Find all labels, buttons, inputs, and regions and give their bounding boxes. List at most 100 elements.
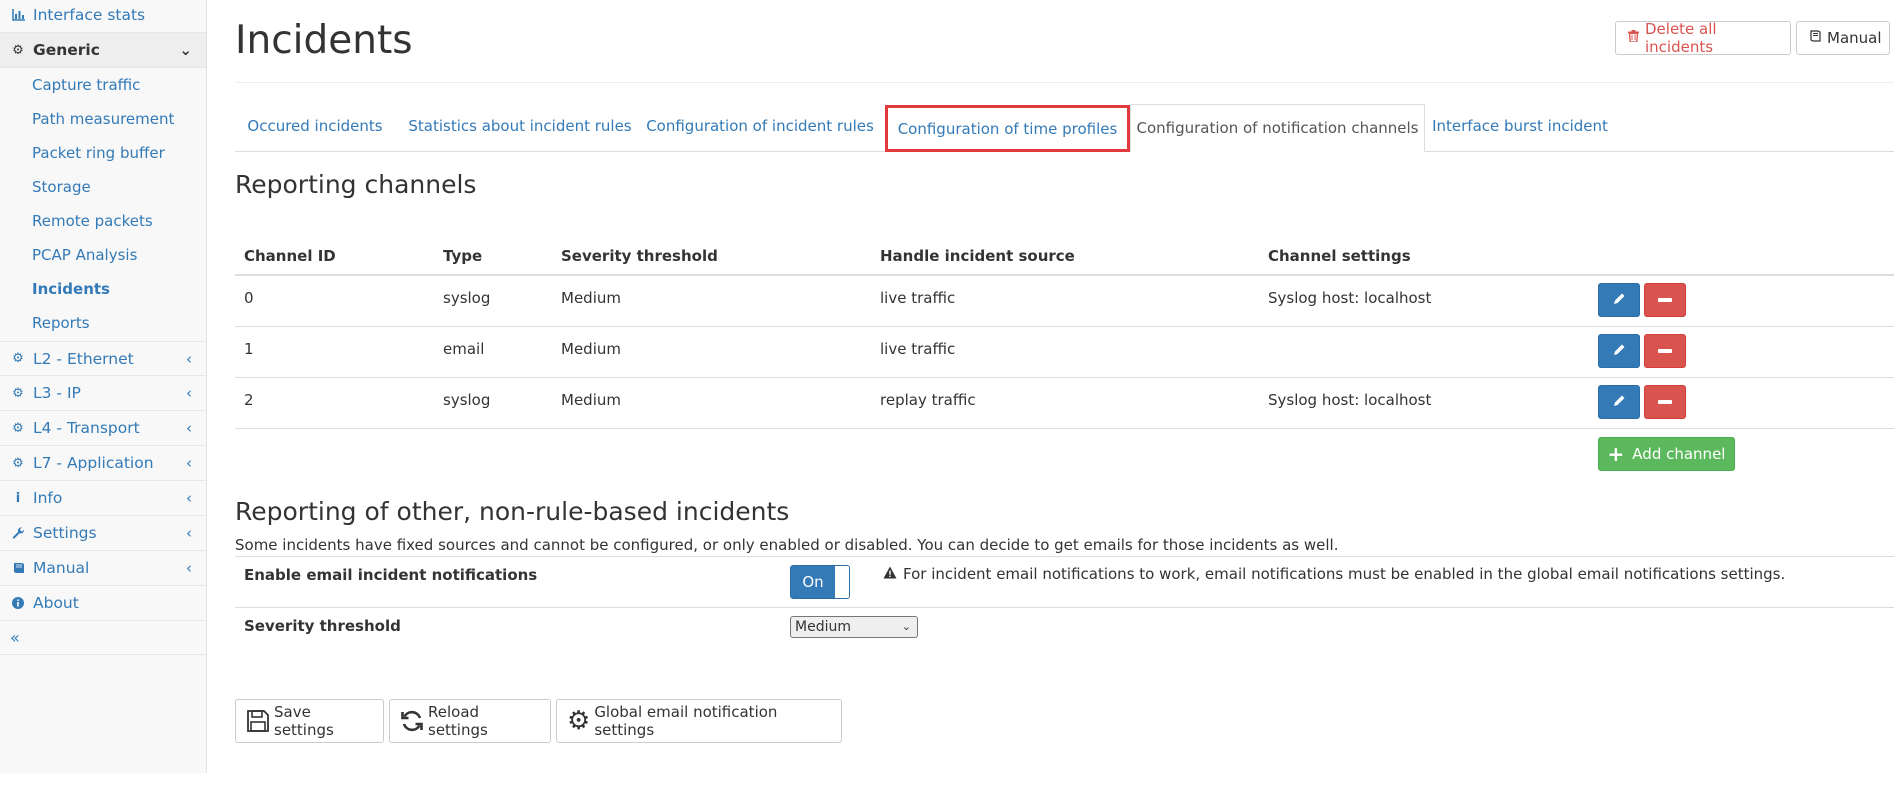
sidebar-sub-capture-traffic[interactable]: Capture traffic [0, 68, 206, 102]
book-icon [11, 562, 25, 574]
column-header-severity: Severity threshold [561, 247, 718, 265]
email-warning-text: For incident email notifications to work… [903, 565, 1786, 583]
sidebar-item-l4-transport[interactable]: ⚙ L4 - Transport ‹ [0, 411, 206, 446]
chevron-down-icon: ⌄ [901, 620, 911, 633]
reporting-channels-heading: Reporting channels [235, 170, 477, 199]
chevron-left-icon: ‹ [186, 349, 192, 368]
sidebar-sub-remote-packets[interactable]: Remote packets [0, 204, 206, 238]
chevron-left-icon: ‹ [186, 419, 192, 437]
severity-threshold-select[interactable]: Medium ⌄ [790, 616, 918, 638]
global-email-settings-label: Global email notification settings [594, 703, 778, 739]
email-warning: For incident email notifications to work… [883, 565, 1785, 583]
sidebar-item-label: Info [33, 489, 63, 507]
column-header-source: Handle incident source [880, 247, 1075, 265]
floppy-disk-icon [246, 709, 270, 733]
email-notifications-label: Enable email incident notifications [244, 566, 538, 584]
sidebar-sub-path-measurement[interactable]: Path measurement [0, 102, 206, 136]
column-header-channel-id: Channel ID [244, 247, 336, 265]
manual-label: Manual [1827, 29, 1882, 47]
severity-threshold-row: Severity threshold [235, 607, 1894, 657]
cell-channel-id: 2 [244, 391, 254, 409]
chevron-down-icon: ⌄ [179, 41, 192, 59]
book-icon [1809, 30, 1821, 46]
page-title: Incidents [235, 18, 413, 63]
sidebar: Interface stats ⚙ Generic ⌄ Capture traf… [0, 0, 207, 773]
cell-channel-id: 1 [244, 340, 254, 358]
sidebar-item-about[interactable]: About [0, 586, 206, 621]
delete-channel-button[interactable] [1644, 334, 1686, 368]
email-notifications-toggle[interactable]: On [790, 565, 850, 599]
minus-icon [1658, 400, 1672, 404]
table-row: 2 syslog Medium replay traffic Syslog ho… [235, 378, 1894, 429]
cell-type: syslog [443, 391, 491, 409]
trash-icon [1628, 30, 1639, 46]
wrench-icon [11, 526, 25, 540]
sidebar-item-label: L4 - Transport [33, 419, 140, 437]
sidebar-item-info[interactable]: i Info ‹ [0, 481, 206, 516]
gear-icon: ⚙ [12, 42, 24, 58]
toggle-on-label: On [791, 566, 835, 598]
sidebar-item-label: Manual [33, 559, 90, 577]
sidebar-item-label: Settings [33, 524, 97, 542]
add-channel-label: Add channel [1632, 445, 1726, 463]
sidebar-sub-packet-ring-buffer[interactable]: Packet ring buffer [0, 136, 206, 170]
sidebar-sub-reports[interactable]: Reports [0, 306, 206, 340]
sidebar-item-generic[interactable]: ⚙ Generic ⌄ [0, 33, 206, 68]
severity-threshold-label: Severity threshold [244, 617, 401, 635]
column-header-type: Type [443, 247, 483, 265]
minus-icon [1658, 298, 1672, 302]
sidebar-item-label: L3 - IP [33, 384, 81, 402]
sidebar-item-l2-ethernet[interactable]: ⚙ L2 - Ethernet ‹ [0, 341, 206, 376]
cell-type: syslog [443, 289, 491, 307]
table-row: 1 email Medium live traffic [235, 327, 1894, 378]
global-email-settings-button[interactable]: ⚙ Global email notification settings [556, 699, 842, 743]
sidebar-item-interface-stats[interactable]: Interface stats [0, 0, 206, 33]
edit-channel-button[interactable] [1598, 283, 1640, 317]
chevron-left-icon: ‹ [186, 384, 192, 402]
chevron-left-icon: ‹ [186, 524, 192, 542]
gear-icon: ⚙ [12, 420, 24, 436]
reload-settings-label: Reload settings [428, 703, 488, 739]
other-incidents-description: Some incidents have fixed sources and ca… [235, 536, 1339, 554]
cell-type: email [443, 340, 485, 358]
tab-occured-incidents[interactable]: Occured incidents [235, 104, 395, 148]
tab-statistics-incident-rules[interactable]: Statistics about incident rules [405, 104, 635, 148]
delete-channel-button[interactable] [1644, 385, 1686, 419]
sidebar-item-l3-ip[interactable]: ⚙ L3 - IP ‹ [0, 376, 206, 411]
save-settings-button[interactable]: Save settings [235, 699, 384, 743]
minus-icon [1658, 349, 1672, 353]
severity-selected-value: Medium [795, 619, 851, 635]
bar-chart-icon [11, 9, 25, 21]
chevron-left-icon: ‹ [186, 489, 192, 507]
reload-settings-button[interactable]: Reload settings [389, 699, 551, 743]
sidebar-item-label: About [33, 594, 79, 612]
column-header-settings: Channel settings [1268, 247, 1411, 265]
sidebar-item-label: L2 - Ethernet [33, 349, 134, 368]
cell-severity: Medium [561, 391, 621, 409]
edit-channel-button[interactable] [1598, 334, 1640, 368]
delete-channel-button[interactable] [1644, 283, 1686, 317]
cell-settings: Syslog host: localhost [1268, 289, 1432, 307]
sidebar-sub-storage[interactable]: Storage [0, 170, 206, 204]
tab-interface-burst-incident[interactable]: Interface burst incident [1425, 104, 1615, 148]
title-divider [235, 82, 1894, 83]
tab-configuration-notification-channels[interactable]: Configuration of notification channels [1130, 104, 1425, 152]
sidebar-sub-incidents[interactable]: Incidents [0, 272, 206, 306]
gear-icon: ⚙ [567, 706, 591, 736]
sidebar-item-l7-application[interactable]: ⚙ L7 - Application ‹ [0, 446, 206, 481]
cell-settings: Syslog host: localhost [1268, 391, 1432, 409]
delete-all-incidents-button[interactable]: Delete all incidents [1615, 20, 1791, 56]
sidebar-collapse-button[interactable]: « [0, 620, 206, 655]
add-channel-button[interactable]: + Add channel [1598, 437, 1735, 471]
edit-channel-button[interactable] [1598, 385, 1640, 419]
cell-source: live traffic [880, 340, 956, 358]
manual-button[interactable]: Manual [1796, 21, 1890, 55]
tab-configuration-incident-rules[interactable]: Configuration of incident rules [645, 104, 875, 148]
sidebar-sub-pcap-analysis[interactable]: PCAP Analysis [0, 238, 206, 272]
tab-configuration-time-profiles[interactable]: Configuration of time profiles [885, 105, 1130, 152]
table-row: 0 syslog Medium live traffic Syslog host… [235, 276, 1894, 327]
sidebar-item-settings[interactable]: Settings ‹ [0, 516, 206, 551]
cell-source: live traffic [880, 289, 956, 307]
plus-icon: + [1607, 442, 1625, 466]
sidebar-item-manual[interactable]: Manual ‹ [0, 551, 206, 586]
